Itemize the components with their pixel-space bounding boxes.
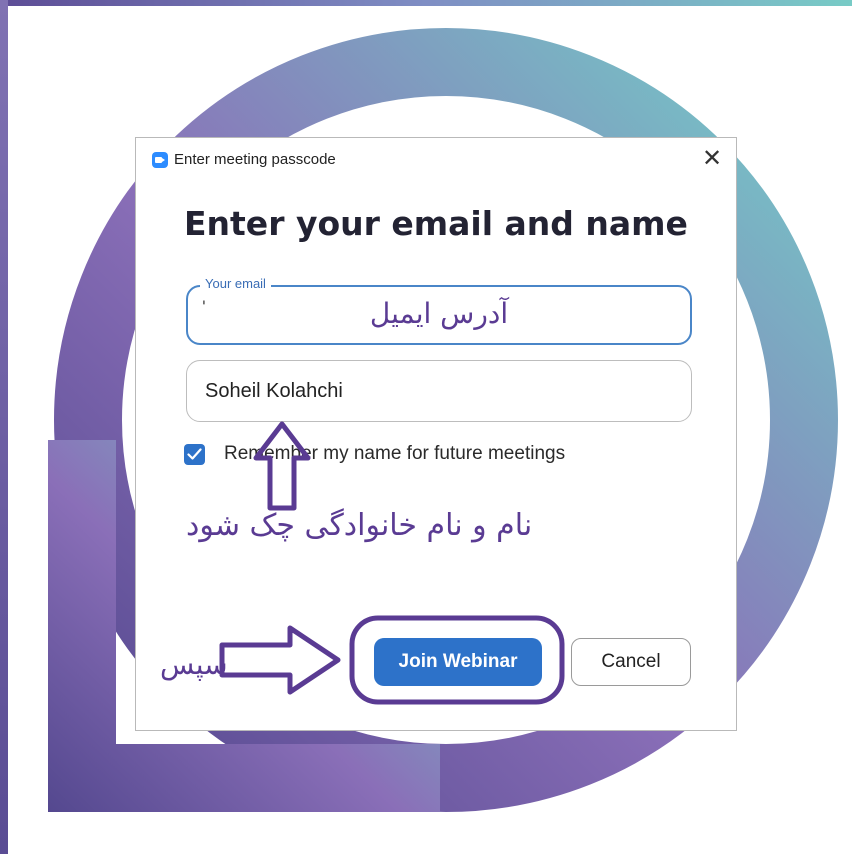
- name-value: Soheil Kolahchi: [205, 380, 343, 402]
- check-icon: [187, 448, 202, 460]
- email-annotation: آدرس ایمیل: [369, 297, 509, 330]
- zoom-app-icon: [152, 152, 168, 168]
- email-field-label: Your email: [200, 276, 271, 291]
- name-annotation: نام و نام خانوادگی چک شود: [186, 508, 533, 543]
- close-button[interactable]: ✕: [698, 144, 726, 172]
- cancel-button[interactable]: Cancel: [571, 638, 691, 686]
- window-title: Enter meeting passcode: [174, 151, 336, 168]
- email-field[interactable]: Your email ' آدرس ایمیل: [186, 276, 692, 345]
- title-bar: Enter meeting passcode ✕: [136, 138, 736, 182]
- join-webinar-button[interactable]: Join Webinar: [374, 638, 542, 686]
- page-title: Enter your email and name: [184, 204, 688, 243]
- remember-checkbox[interactable]: [184, 444, 205, 465]
- passcode-dialog: Enter meeting passcode ✕ Enter your emai…: [135, 137, 737, 731]
- name-field[interactable]: Soheil Kolahchi: [186, 360, 692, 422]
- remember-label: Remember my name for future meetings: [224, 443, 566, 464]
- then-annotation: سپس: [160, 648, 228, 681]
